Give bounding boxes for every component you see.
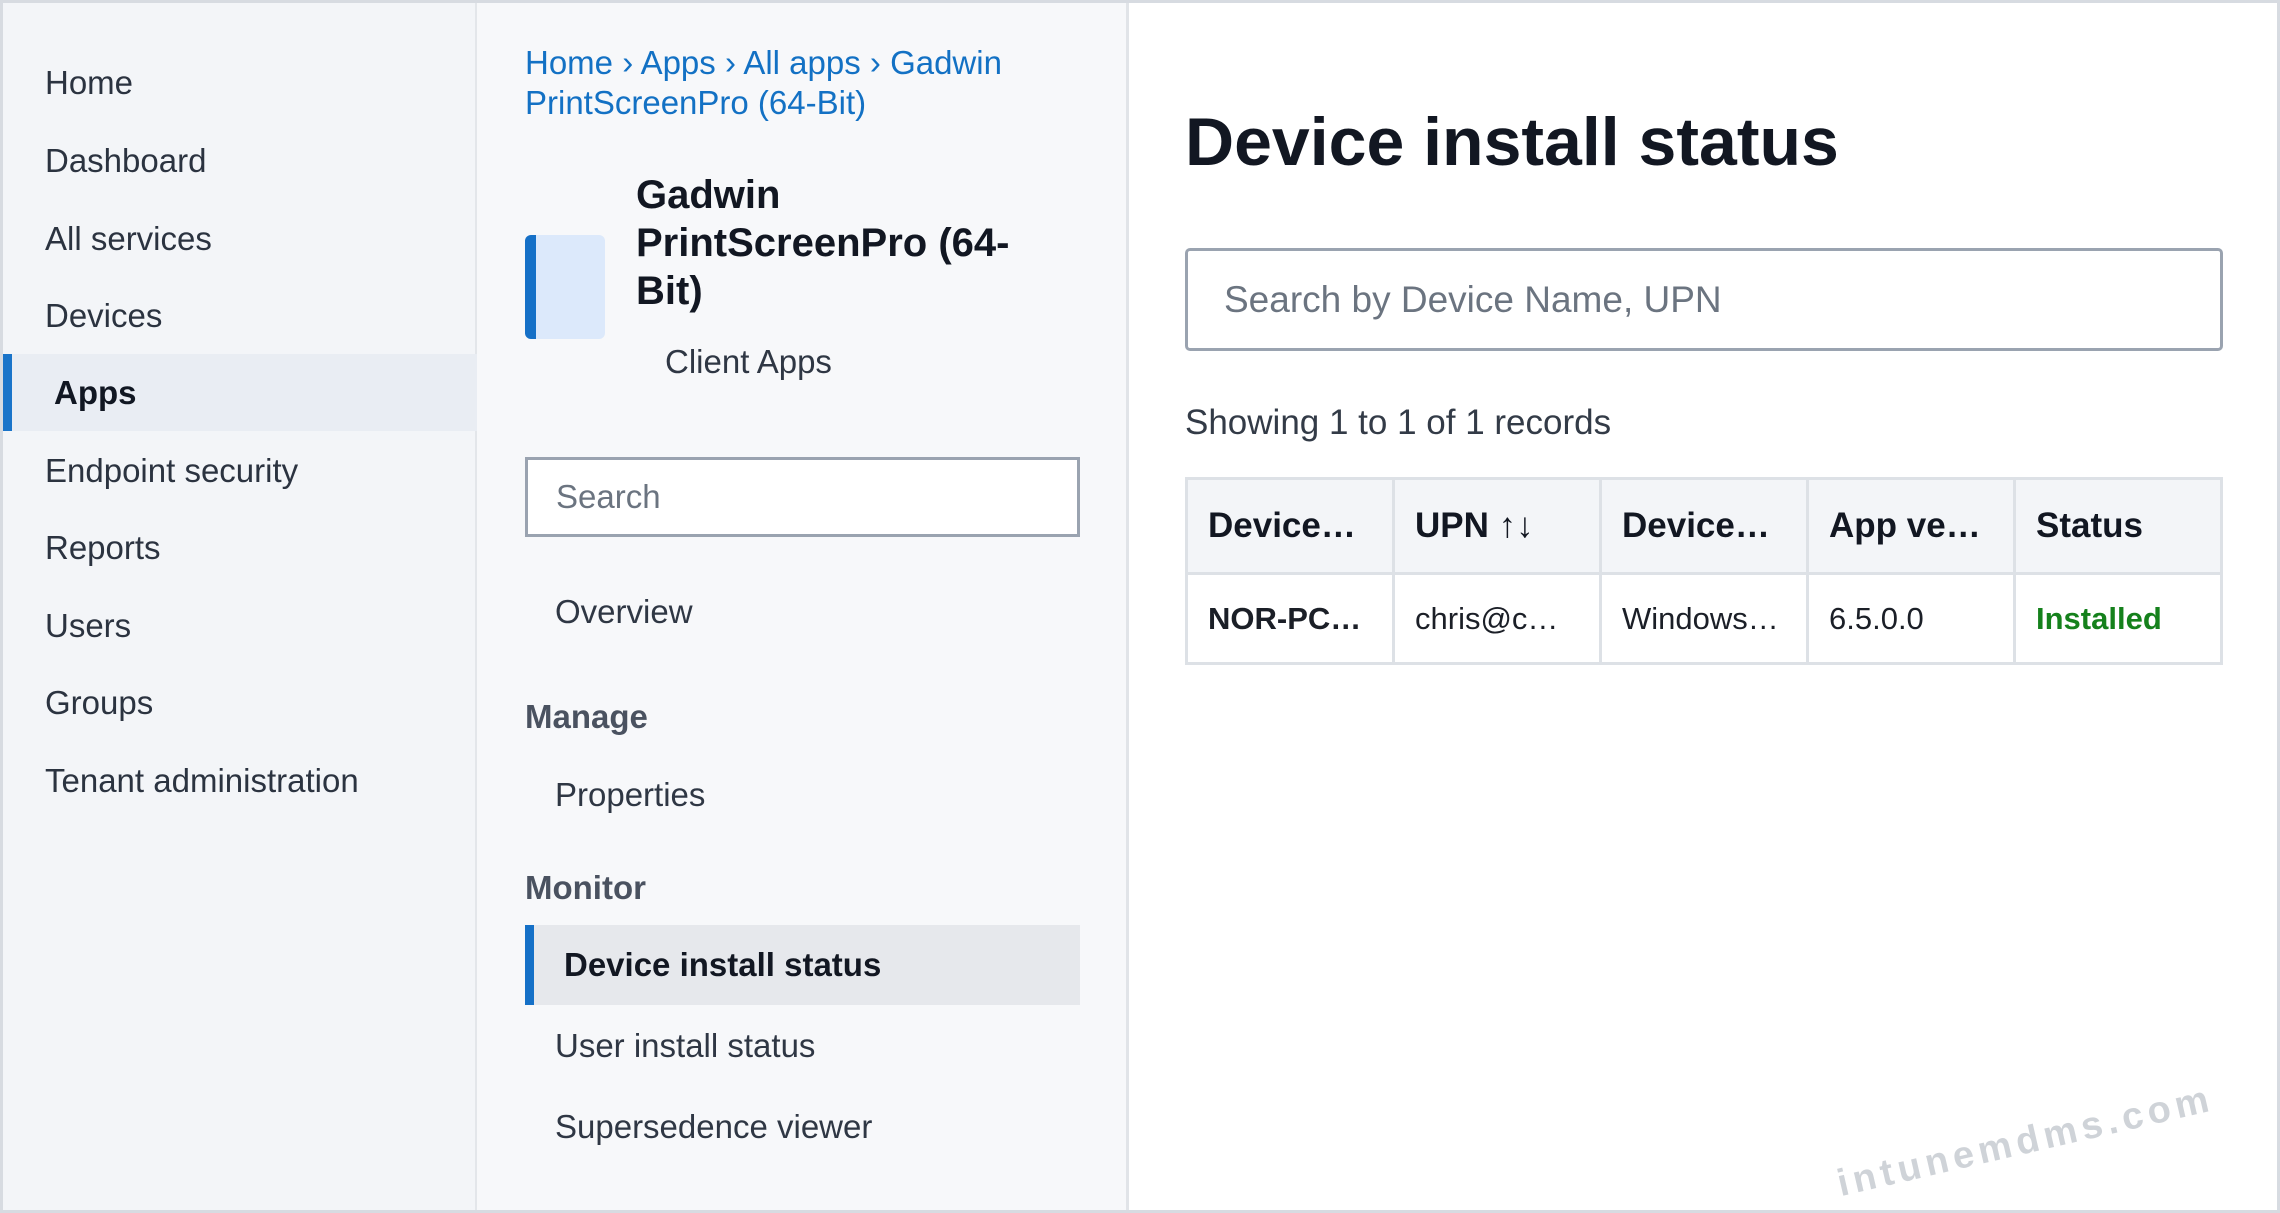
cell-upn: chris@c… [1392,572,1602,665]
breadcrumb-apps[interactable]: Apps [641,44,716,81]
blade-search-input[interactable] [525,457,1080,537]
nav-item-dashboard[interactable]: Dashboard [3,122,477,199]
table-row[interactable]: NOR-PC… chris@c… Windows… 6.5.0.0 Instal… [1185,572,2223,665]
nav-item-users[interactable]: Users [3,587,477,664]
menu-item-supersedence-viewer[interactable]: Supersedence viewer [525,1087,1080,1167]
breadcrumb-separator: › [724,44,736,81]
records-count: Showing 1 to 1 of 1 records [1185,403,1612,442]
main-content: Device install status Showing 1 to 1 of … [1132,3,2277,1210]
menu-item-user-install-status[interactable]: User install status [525,1006,1080,1086]
menu-section-monitor: Monitor [525,869,646,906]
nav-item-tenant-administration[interactable]: Tenant administration [3,742,477,819]
cell-app-version: 6.5.0.0 [1806,572,2016,665]
app-icon [525,235,605,339]
breadcrumb-all-apps[interactable]: All apps [743,44,860,81]
app-title: Gadwin PrintScreenPro (64-Bit) [636,173,1010,313]
app-subtitle: Client Apps [665,343,832,380]
column-header-app-version[interactable]: App ve… [1806,477,2016,575]
nav-item-all-services[interactable]: All services [3,200,477,277]
left-navigation: Home Dashboard All services Devices Apps… [3,3,477,1210]
column-header-device-name[interactable]: Device… [1185,477,1395,575]
nav-item-endpoint-security[interactable]: Endpoint security [3,432,477,509]
app-blade: Home › Apps › All apps › Gadwin PrintScr… [477,3,1129,1210]
menu-item-device-install-status[interactable]: Device install status [525,925,1080,1005]
column-header-status[interactable]: Status [2013,477,2223,575]
column-header-device-os[interactable]: Device… [1599,477,1809,575]
cell-device-name[interactable]: NOR-PC… [1185,572,1395,665]
breadcrumb-separator: › [622,44,634,81]
menu-item-properties[interactable]: Properties [525,755,1080,835]
device-status-table: Device… UPN ↑↓ Device… App ve… Status NO… [1185,477,2223,665]
page-title: Device install status [1185,104,1839,180]
breadcrumb-separator: › [869,44,881,81]
menu-item-overview[interactable]: Overview [525,572,1080,652]
nav-item-home[interactable]: Home [3,44,477,121]
cell-device-os: Windows… [1599,572,1809,665]
column-header-upn[interactable]: UPN ↑↓ [1392,477,1602,575]
nav-item-reports[interactable]: Reports [3,509,477,586]
cell-status: Installed [2013,572,2223,665]
device-search-input[interactable] [1185,248,2223,351]
menu-section-manage: Manage [525,698,648,735]
nav-item-apps[interactable]: Apps [3,354,477,431]
nav-item-devices[interactable]: Devices [3,277,477,354]
nav-item-groups[interactable]: Groups [3,664,477,741]
table-header-row: Device… UPN ↑↓ Device… App ve… Status [1185,477,2223,575]
breadcrumb-home[interactable]: Home [525,44,613,81]
breadcrumb: Home › Apps › All apps › Gadwin PrintScr… [525,43,1085,123]
